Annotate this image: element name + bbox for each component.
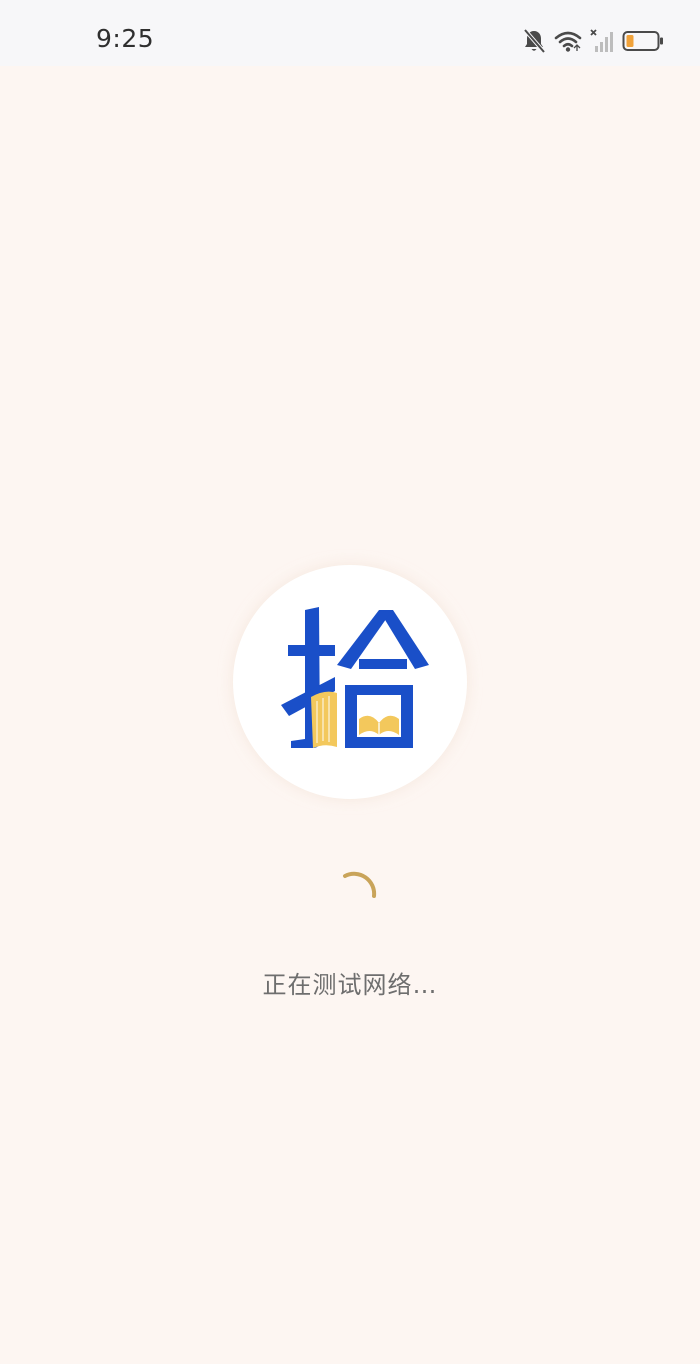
cellular-no-signal-icon	[590, 28, 614, 54]
battery-low-icon	[622, 30, 664, 52]
status-time: 9:25	[96, 24, 155, 53]
bell-muted-icon	[522, 28, 546, 54]
logo-mark	[281, 607, 429, 748]
status-bar: 9:25	[0, 0, 700, 66]
loading-message: 正在测试网络…	[262, 971, 438, 999]
loading-spinner	[330, 866, 380, 916]
wifi-icon	[554, 29, 582, 53]
status-icons	[522, 24, 664, 58]
app-logo: 拾	[233, 565, 467, 799]
